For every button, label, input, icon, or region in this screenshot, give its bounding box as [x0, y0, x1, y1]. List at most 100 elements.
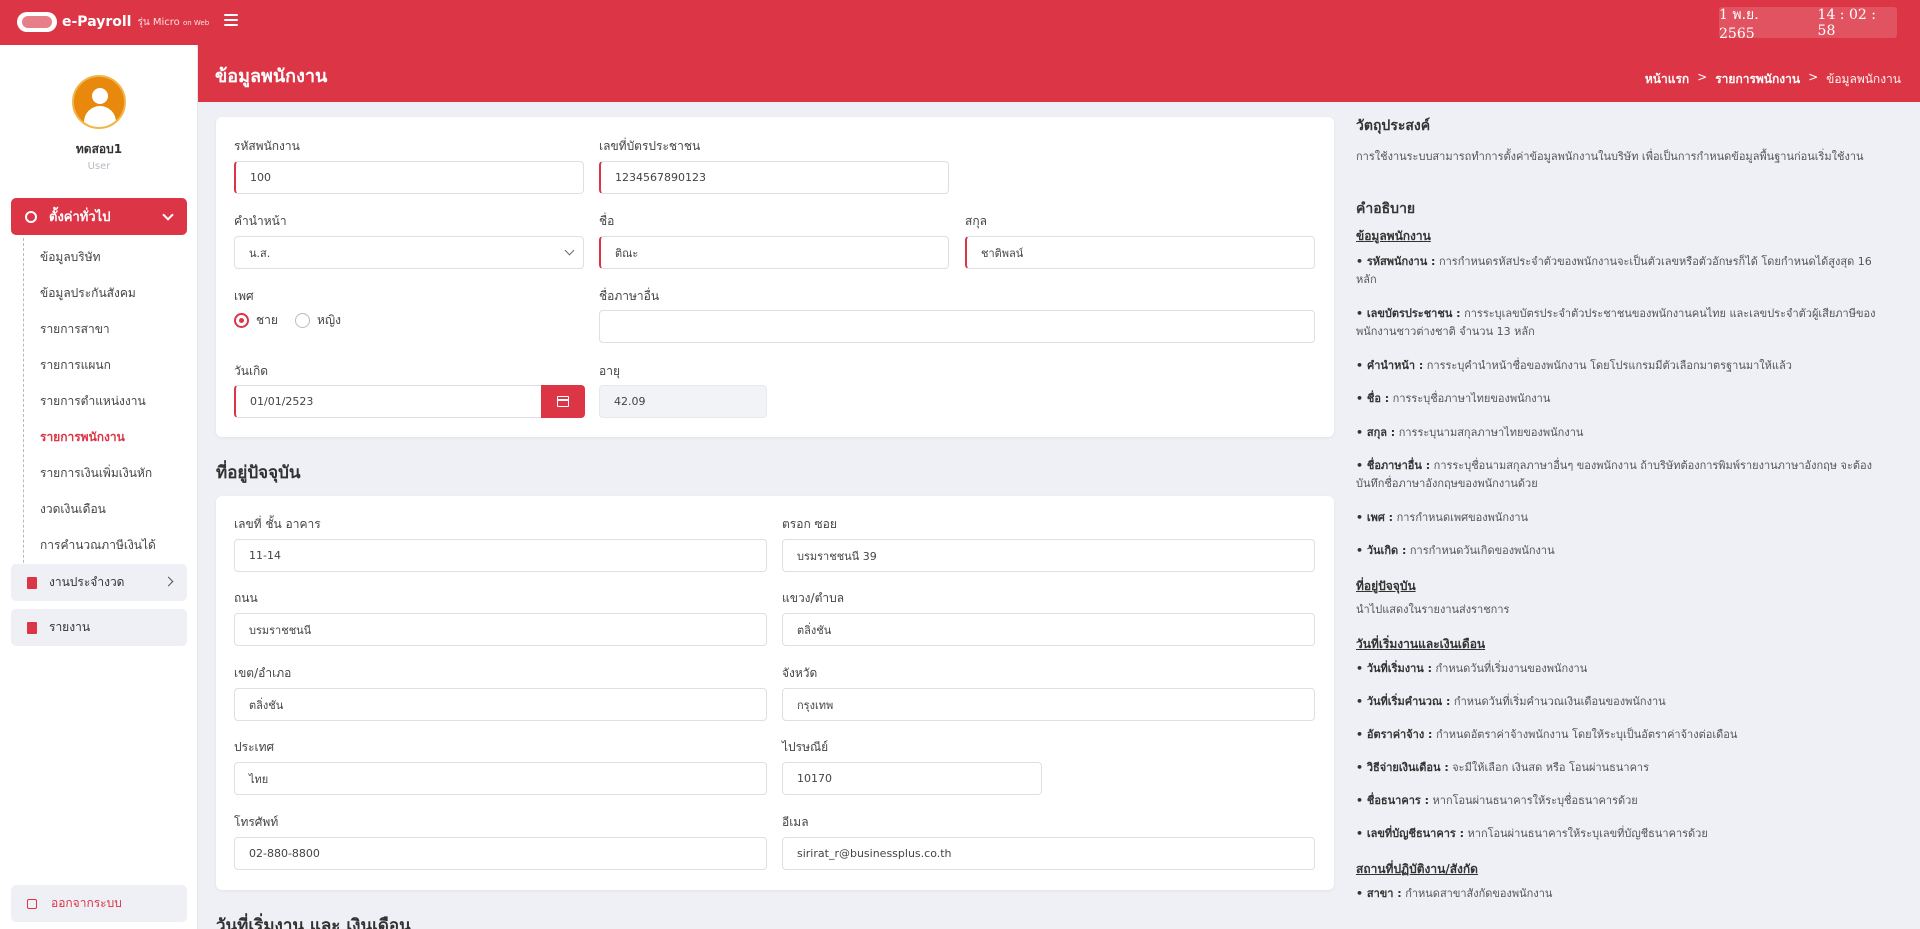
- page-header: ข้อมูลพนักงาน หน้าแรก > รายการพนักงาน > …: [198, 45, 1920, 102]
- nav-reports-label: รายงาน: [49, 620, 91, 634]
- address-card: เลขที่ ชั้น อาคาร 11-14 ตรอก ซอย บรมราชช…: [216, 496, 1334, 890]
- logout-label: ออกจากระบบ: [51, 896, 122, 910]
- subdistrict-label: แขวง/ตำบล: [782, 591, 845, 605]
- road-input[interactable]: บรมราชชนนี: [234, 613, 767, 646]
- first-name-label: ชื่อ: [599, 214, 615, 228]
- help-employee-info-title: ข้อมูลพนักงาน: [1356, 229, 1431, 243]
- breadcrumb-current: ข้อมูลพนักงาน: [1826, 72, 1901, 86]
- radio-unchecked-icon: [295, 313, 310, 328]
- postal-code-label: ไปรษณีย์: [782, 740, 829, 754]
- help-item: • สาขา : กำหนดสาขาสังกัดของพนักงาน: [1356, 887, 1553, 900]
- prefix-label: คำนำหน้า: [234, 214, 287, 228]
- sidebar-item-payroll-periods[interactable]: งวดเงินเดือน: [40, 500, 106, 519]
- other-name-label: ชื่อภาษาอื่น: [599, 289, 660, 303]
- sidebar-item-income-tax[interactable]: การคำนวณภาษีเงินได้: [40, 536, 156, 555]
- help-item: • สกุล : การระบุนามสกุลภาษาไทยของพนักงาน: [1356, 426, 1584, 439]
- subdistrict-input[interactable]: ตลิ่งชัน: [782, 613, 1315, 646]
- email-input[interactable]: sirirat_r@businessplus.co.th: [782, 837, 1315, 870]
- breadcrumb-home[interactable]: หน้าแรก: [1645, 70, 1689, 89]
- province-input[interactable]: กรุงเทพ: [782, 688, 1315, 721]
- brand[interactable]: e-Payroll รุ่น Micro on Web: [17, 10, 209, 34]
- breadcrumb-employees[interactable]: รายการพนักงาน: [1715, 70, 1800, 89]
- current-time: 14 : 02 : 58: [1817, 6, 1876, 39]
- province-label: จังหวัด: [782, 666, 818, 680]
- gender-male-radio[interactable]: ชาย: [234, 311, 278, 330]
- chevron-right-icon: [163, 576, 174, 587]
- phone-label: โทรศัพท์: [234, 815, 279, 829]
- district-label: เขต/อำเภอ: [234, 666, 292, 680]
- house-no-input[interactable]: 11-14: [234, 539, 767, 572]
- gender-female-label: หญิง: [317, 313, 341, 327]
- help-item: • เลขบัตรประชาชน : การระบุเลขบัตรประจำตั…: [1356, 307, 1876, 338]
- help-item: • วันที่เริ่มคำนวณ : กำหนดวันที่เริ่มคำน…: [1356, 695, 1666, 708]
- house-no-label: เลขที่ ชั้น อาคาร: [234, 517, 321, 531]
- national-id-label: เลขที่บัตรประชาชน: [599, 139, 701, 153]
- help-item: • ชื่อภาษาอื่น : การระบุชื่อนามสกุลภาษาอ…: [1356, 459, 1873, 490]
- age-display: 42.09: [599, 385, 767, 418]
- first-name-input[interactable]: ติณะ: [599, 236, 949, 269]
- lock-icon: [27, 898, 37, 909]
- gender-female-radio[interactable]: หญิง: [295, 311, 341, 330]
- logout-button[interactable]: ออกจากระบบ: [11, 885, 187, 922]
- date-time-display: 1 พ.ย. 2565 14 : 02 : 58: [1719, 6, 1897, 42]
- age-label: อายุ: [599, 364, 620, 378]
- nav-general-settings[interactable]: ตั้งค่าทั่วไป: [11, 198, 187, 235]
- employee-code-input[interactable]: 100: [234, 161, 584, 194]
- prefix-selected-value: น.ส.: [249, 246, 271, 260]
- sidebar-item-employees[interactable]: รายการพนักงาน: [40, 428, 125, 447]
- gear-icon: [25, 210, 37, 223]
- current-date: 1 พ.ย. 2565: [1719, 6, 1759, 42]
- national-id-input[interactable]: 1234567890123: [599, 161, 949, 194]
- page-title: ข้อมูลพนักงาน: [215, 66, 328, 87]
- sidebar-item-positions[interactable]: รายการตำแหน่งงาน: [40, 392, 146, 411]
- sidebar-item-departments[interactable]: รายการแผนก: [40, 356, 111, 375]
- sidebar-item-branches[interactable]: รายการสาขา: [40, 320, 110, 339]
- alley-input[interactable]: บรมราชชนนี 39: [782, 539, 1315, 572]
- country-input[interactable]: ไทย: [234, 762, 767, 795]
- chevron-down-icon: [162, 209, 174, 221]
- birth-date-input[interactable]: 01/01/2523: [234, 385, 542, 418]
- help-item: • คำนำหน้า : การระบุคำนำหน้าชื่อของพนักง…: [1356, 359, 1792, 372]
- nav-period-work-label: งานประจำงวด: [49, 575, 125, 589]
- nav-period-work[interactable]: งานประจำงวด: [11, 564, 187, 601]
- breadcrumb-separator: >: [1808, 70, 1819, 84]
- brand-edition: รุ่น Micro on Web: [137, 16, 210, 28]
- address-section-title: ที่อยู่ปัจจุบัน: [216, 463, 301, 483]
- birth-date-label: วันเกิด: [234, 364, 269, 378]
- other-name-input[interactable]: [599, 310, 1315, 343]
- help-item: • ชื่อธนาคาร : หากโอนผ่านธนาคารให้ระบุชื…: [1356, 794, 1638, 807]
- gender-male-label: ชาย: [256, 313, 278, 327]
- road-label: ถนน: [234, 591, 258, 605]
- breadcrumb: หน้าแรก > รายการพนักงาน > ข้อมูลพนักงาน: [1645, 70, 1901, 89]
- help-start-salary-title: วันที่เริ่มงานและเงินเดือน: [1356, 637, 1486, 651]
- sidebar-item-company[interactable]: ข้อมูลบริษัท: [40, 248, 101, 267]
- alley-label: ตรอก ซอย: [782, 517, 837, 531]
- calendar-icon: [557, 396, 569, 407]
- avatar: [72, 75, 126, 129]
- postal-code-input[interactable]: 10170: [782, 762, 1042, 795]
- help-item: • เพศ : การกำหนดเพศของพนักงาน: [1356, 511, 1529, 524]
- chevron-down-icon: [564, 245, 575, 256]
- user-name: ทดสอบ1: [75, 142, 123, 156]
- prefix-select[interactable]: น.ส.: [234, 236, 584, 269]
- phone-input[interactable]: 02-880-8800: [234, 837, 767, 870]
- help-item: • เลขที่บัญชีธนาคาร : หากโอนผ่านธนาคารให…: [1356, 827, 1708, 840]
- radio-checked-icon: [234, 313, 249, 328]
- top-bar: e-Payroll รุ่น Micro on Web 1 พ.ย. 2565 …: [0, 0, 1920, 45]
- last-name-input[interactable]: ชาติพลน์: [965, 236, 1315, 269]
- help-purpose-text: การใช้งานระบบสามารถทำการตั้งค่าข้อมูลพนั…: [1356, 150, 1864, 163]
- user-role: User: [87, 161, 111, 172]
- gender-label: เพศ: [234, 289, 254, 303]
- calendar-button[interactable]: [541, 385, 585, 418]
- hamburger-menu-icon[interactable]: [224, 14, 238, 28]
- employee-code-label: รหัสพนักงาน: [234, 139, 300, 153]
- help-item: • อัตราค่าจ้าง : กำหนดอัตราค่าจ้างพนักงา…: [1356, 728, 1738, 741]
- sidebar-item-additions-deductions[interactable]: รายการเงินเพิ่มเงินหัก: [40, 464, 152, 483]
- brand-logo: [17, 12, 57, 32]
- sidebar-item-social-security[interactable]: ข้อมูลประกันสังคม: [40, 284, 136, 303]
- help-item: • วิธีจ่ายเงินเดือน : จะมีให้เลือก เงินส…: [1356, 761, 1650, 774]
- district-input[interactable]: ตลิ่งชัน: [234, 688, 767, 721]
- nav-reports[interactable]: รายงาน: [11, 609, 187, 646]
- help-workplace-title: สถานที่ปฏิบัติงาน/สังกัด: [1356, 862, 1478, 876]
- employee-info-card: รหัสพนักงาน 100 เลขที่บัตรประชาชน 123456…: [216, 117, 1334, 437]
